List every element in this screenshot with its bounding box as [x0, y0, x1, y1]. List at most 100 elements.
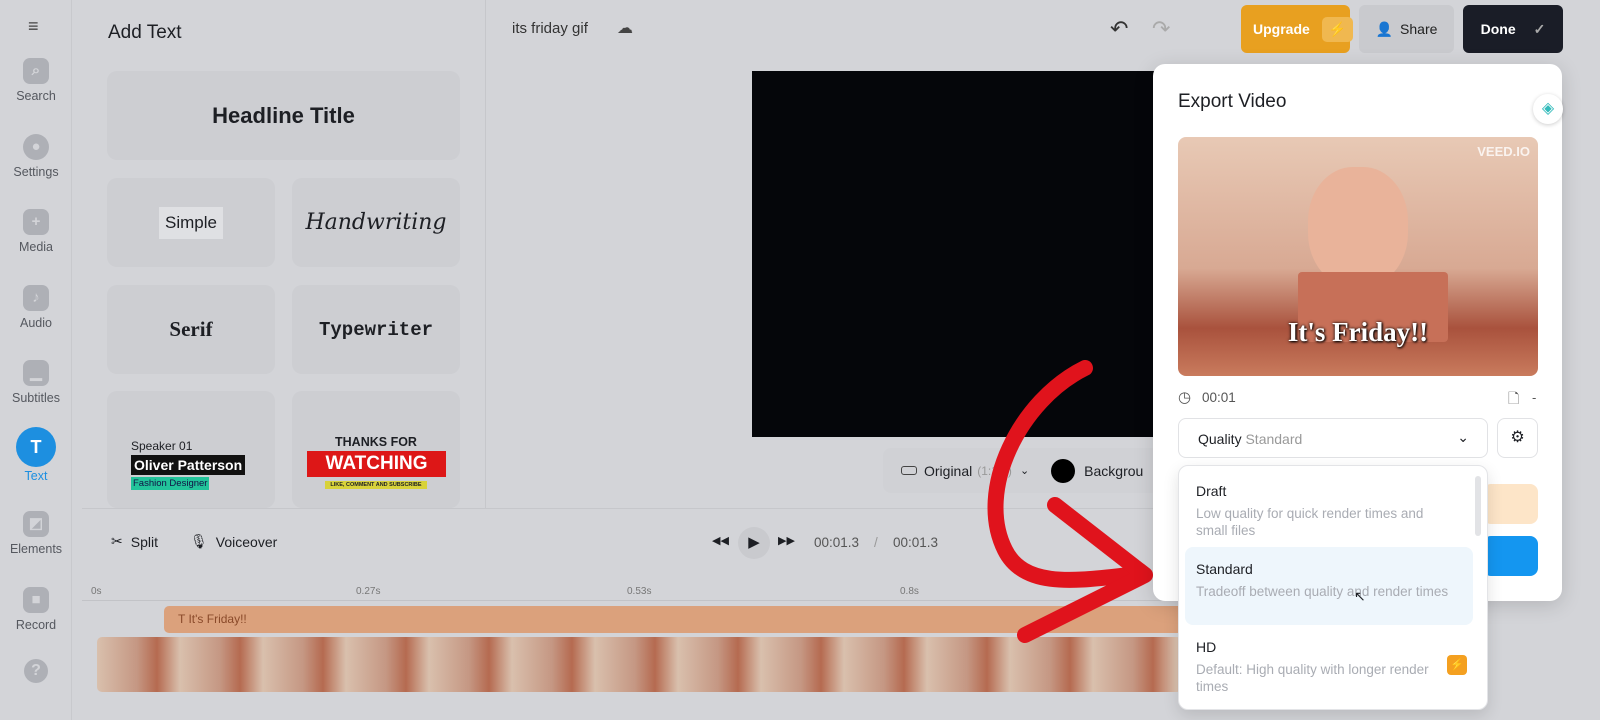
- sidebar-item-search[interactable]: ⌕ Search: [0, 58, 72, 103]
- play-icon[interactable]: ▶: [738, 527, 770, 559]
- help-widget-icon[interactable]: ◈: [1533, 94, 1563, 124]
- serif-preset[interactable]: Serif: [107, 285, 275, 374]
- preset-label: Simple: [159, 206, 223, 239]
- sidebar-label: Elements: [9, 542, 63, 556]
- watermark: VEED.IO: [1477, 144, 1530, 159]
- thanks-preset[interactable]: THANKS FOR WATCHING LIKE, COMMENT AND SU…: [292, 391, 460, 508]
- upgrade-label: Upgrade: [1253, 21, 1310, 37]
- quality-dropdown: Draft Low quality for quick render times …: [1178, 465, 1488, 710]
- preview-caption: It's Friday!!: [1287, 317, 1429, 347]
- upgrade-button[interactable]: Upgrade ⚡: [1241, 5, 1354, 53]
- voiceover-button[interactable]: 🎙 Voiceover: [190, 533, 277, 550]
- handwriting-preset[interactable]: Handwriting: [292, 178, 460, 267]
- lightning-icon: ⚡: [1321, 16, 1354, 42]
- done-label: Done: [1480, 21, 1516, 37]
- menu-icon[interactable]: ≡: [28, 16, 39, 37]
- quality-select[interactable]: Quality Standard ⌄: [1178, 418, 1488, 458]
- thanks-main: WATCHING: [307, 451, 446, 477]
- plus-icon: +: [23, 209, 49, 235]
- premium-lightning-icon: ⚡: [1447, 655, 1467, 675]
- undo-icon[interactable]: ↶: [1110, 16, 1128, 42]
- option-title: Draft: [1196, 483, 1227, 499]
- sidebar-label: Settings: [13, 165, 59, 179]
- speaker-preset[interactable]: Speaker 01 Oliver Patterson Fashion Desi…: [107, 391, 275, 508]
- export-preview: VEED.IO It's Friday!!: [1178, 137, 1538, 376]
- sidebar-item-audio[interactable]: ♪ Audio: [0, 285, 72, 330]
- option-desc: Tradeoff between quality and render time…: [1196, 584, 1449, 599]
- help-icon[interactable]: ?: [24, 659, 48, 683]
- clock-icon: ◷: [1178, 389, 1192, 406]
- tick-label: 0.8s: [900, 586, 919, 597]
- thanks-top: THANKS FOR: [335, 435, 417, 449]
- sidebar-item-elements[interactable]: ◩ Elements: [0, 511, 72, 556]
- quality-option-draft[interactable]: Draft Low quality for quick render times …: [1185, 469, 1473, 547]
- advanced-settings-button[interactable]: ⚙: [1497, 418, 1538, 458]
- settings-icon: ●: [23, 134, 49, 160]
- text-icon: T: [16, 427, 56, 467]
- scissors-icon: ✂: [111, 533, 123, 549]
- sliders-icon: ⚙: [1510, 429, 1525, 446]
- quality-option-standard[interactable]: Standard Tradeoff between quality and ren…: [1185, 547, 1473, 625]
- sidebar-label: Record: [15, 618, 57, 632]
- add-text-panel: Add Text Headline Title Simple Handwriti…: [82, 0, 486, 508]
- sidebar-label: Media: [18, 240, 54, 254]
- subtitles-icon: ▁: [23, 360, 49, 386]
- redo-icon[interactable]: ↷: [1152, 16, 1170, 42]
- sidebar-item-text[interactable]: T Text: [0, 427, 72, 483]
- rewind-icon[interactable]: ◀◀: [712, 534, 729, 547]
- quality-label: Quality: [1198, 431, 1242, 447]
- red-arrow-annotation: [987, 360, 1153, 643]
- tick-label: 0.27s: [356, 586, 381, 597]
- add-user-icon: 👤: [1375, 20, 1394, 37]
- option-title: HD: [1196, 639, 1217, 655]
- speaker-label: Speaker 01: [131, 439, 193, 453]
- mouse-cursor: ↖: [1354, 588, 1366, 604]
- share-button[interactable]: 👤 Share: [1359, 5, 1454, 53]
- sidebar-label: Subtitles: [12, 391, 60, 405]
- thanks-bottom: LIKE, COMMENT AND SUBSCRIBE: [325, 481, 427, 489]
- split-label: Split: [130, 533, 158, 550]
- headline-title-preset[interactable]: Headline Title: [107, 71, 460, 160]
- file-icon: 🗋: [1508, 390, 1520, 406]
- fast-forward-icon[interactable]: ▶▶: [778, 534, 795, 547]
- scrollbar[interactable]: [1475, 476, 1481, 536]
- time-separator: /: [874, 535, 878, 550]
- sidebar-item-subtitles[interactable]: ▁ Subtitles: [0, 360, 72, 405]
- search-icon: ⌕: [23, 58, 49, 84]
- option-desc: Low quality for quick render times and s…: [1196, 506, 1424, 538]
- share-label: Share: [1400, 21, 1438, 37]
- option-title: Standard: [1196, 561, 1253, 577]
- current-time: 00:01.3: [814, 535, 860, 550]
- tick-label: 0.53s: [627, 586, 652, 597]
- aspect-icon: [901, 466, 917, 475]
- speaker-role: Fashion Designer: [131, 477, 210, 490]
- upgrade-export-button[interactable]: [1483, 484, 1538, 524]
- sidebar-label: Search: [16, 89, 56, 103]
- sidebar-label: Audio: [20, 316, 52, 330]
- sidebar: ≡ ⌕ Search ● Settings + Media ♪ Audio ▁ Subti…: [0, 0, 72, 720]
- check-icon: ✓: [1533, 20, 1546, 37]
- export-duration: 00:01: [1202, 390, 1236, 405]
- speaker-name: Oliver Patterson: [131, 455, 246, 475]
- text-icon: T: [178, 612, 189, 626]
- cloud-saved-icon: ☁: [617, 20, 633, 37]
- panel-title: Add Text: [108, 22, 182, 43]
- text-clip-label: It's Friday!!: [188, 612, 247, 626]
- sidebar-item-record[interactable]: ■ Record: [0, 587, 72, 632]
- export-button[interactable]: [1483, 536, 1538, 576]
- split-button[interactable]: ✂ Split: [111, 533, 158, 550]
- voiceover-label: Voiceover: [215, 533, 278, 550]
- aspect-select[interactable]: Original: [924, 463, 972, 479]
- chevron-down-icon: ⌄: [1457, 429, 1469, 445]
- modal-title: Export Video: [1178, 91, 1287, 112]
- project-title[interactable]: its friday gif: [512, 20, 588, 37]
- done-button[interactable]: Done ✓: [1463, 5, 1563, 53]
- quality-option-hd[interactable]: HD Default: High quality with longer rend…: [1185, 625, 1473, 705]
- typewriter-preset[interactable]: Typewriter: [292, 285, 460, 374]
- sidebar-item-settings[interactable]: ● Settings: [0, 134, 72, 179]
- simple-preset[interactable]: Simple: [107, 178, 275, 267]
- sidebar-item-media[interactable]: + Media: [0, 209, 72, 254]
- sidebar-label: Text: [24, 469, 48, 483]
- tick-label: 0s: [91, 586, 102, 597]
- file-size: -: [1532, 390, 1537, 405]
